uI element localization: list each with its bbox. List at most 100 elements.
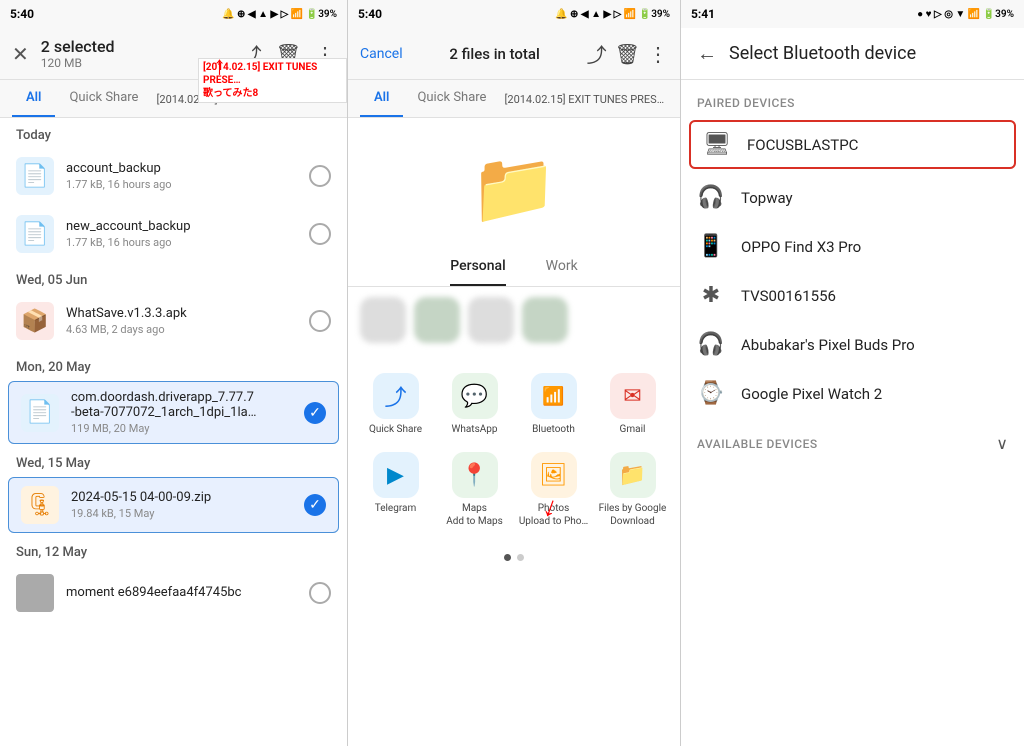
whatsapp-label: WhatsApp bbox=[451, 423, 497, 436]
phone-icon: 📱 bbox=[697, 234, 725, 259]
quickshare-icon: ⤴ bbox=[373, 373, 419, 419]
bt-device-oppo[interactable]: 📱 OPPO Find X3 Pro bbox=[681, 222, 1024, 271]
file-info-3: WhatSave.v1.3.3.apk 4.63 MB, 2 days ago bbox=[66, 306, 297, 336]
device-name-topway: Topway bbox=[741, 189, 793, 207]
select-radio-1[interactable] bbox=[309, 165, 331, 187]
status-bar-1: 5:40 🔔 ⊕ ◀ ▲ ▶ ▷ 📶 🔋39% bbox=[0, 0, 347, 28]
photos-icon: 🖼 bbox=[531, 452, 577, 498]
share-app-quickshare[interactable]: ⤴ Quick Share bbox=[356, 365, 435, 444]
file-icon-doc-2: 📄 bbox=[16, 215, 54, 253]
file-meta-1: 1.77 kB, 16 hours ago bbox=[66, 178, 297, 191]
share-tab-personal[interactable]: Personal bbox=[450, 258, 505, 286]
share-app-gmail[interactable]: ✉ Gmail bbox=[593, 365, 672, 444]
bt-device-pixelwatch[interactable]: ⌚ Google Pixel Watch 2 bbox=[681, 369, 1024, 418]
status-bar-2: 5:40 🔔 ⊕ ◀ ▲ ▶ ▷ 📶 🔋39% bbox=[348, 0, 680, 28]
share-app-bluetooth[interactable]: 📶 Bluetooth bbox=[514, 365, 593, 444]
share-tab-work[interactable]: Work bbox=[546, 258, 578, 286]
file-icon-apk-2: 📄 bbox=[21, 394, 59, 432]
bluetooth-label: Bluetooth bbox=[532, 423, 575, 436]
select-radio-2[interactable] bbox=[309, 223, 331, 245]
file-item-moment[interactable]: moment e6894eefaa4f4745bc bbox=[0, 564, 347, 622]
device-name-tvs: TVS00161556 bbox=[741, 287, 836, 305]
selected-count-1: 2 selected bbox=[41, 37, 234, 56]
file-name-2: new_account_backup bbox=[66, 219, 297, 234]
tab-all-2[interactable]: All bbox=[360, 80, 403, 117]
bt-back-button[interactable]: ← bbox=[697, 41, 717, 66]
select-check-5[interactable]: ✓ bbox=[304, 494, 326, 516]
file-item-doordash[interactable]: 📄 com.doordash.driverapp_7.77.7-beta-707… bbox=[8, 381, 339, 444]
tabs-1: All Quick Share [2014.02.15] EXIT TUNES … bbox=[0, 80, 347, 118]
select-radio-6[interactable] bbox=[309, 582, 331, 604]
status-time-2: 5:40 bbox=[358, 7, 382, 21]
bt-device-pixelbuds[interactable]: 🎧 Abubakar's Pixel Buds Pro bbox=[681, 320, 1024, 369]
share-icon-1[interactable]: ⤴ bbox=[242, 39, 262, 68]
share-tabs: Personal Work bbox=[348, 246, 680, 287]
file-info-4: com.doordash.driverapp_7.77.7-beta-70770… bbox=[71, 390, 292, 435]
bluetooth-icon: 📶 bbox=[531, 373, 577, 419]
toolbar-title-1: 2 selected 120 MB bbox=[41, 37, 234, 70]
bt-header: ← Select Bluetooth device bbox=[681, 28, 1024, 80]
maps-label: MapsAdd to Maps bbox=[446, 502, 503, 528]
select-check-4[interactable]: ✓ bbox=[304, 402, 326, 424]
headphones-icon-1: 🎧 bbox=[697, 185, 725, 210]
section-mon-may: Mon, 20 May bbox=[0, 350, 347, 379]
file-item-account-backup[interactable]: 📄 account_backup 1.77 kB, 16 hours ago bbox=[0, 147, 347, 205]
select-radio-3[interactable] bbox=[309, 310, 331, 332]
tab-quickshare-1[interactable]: Quick Share bbox=[55, 80, 152, 117]
share-apps-grid: ⤴ Quick Share 💬 WhatsApp 📶 Bluetooth ✉ G… bbox=[348, 353, 680, 548]
share-app-files[interactable]: 📁 Files by GoogleDownload bbox=[593, 444, 672, 536]
more-icon-2[interactable]: ⋮ bbox=[648, 42, 668, 66]
share-app-photos[interactable]: 🖼 PhotosUpload to Pho… bbox=[514, 444, 593, 536]
device-name-oppo: OPPO Find X3 Pro bbox=[741, 238, 861, 256]
bt-device-tvs[interactable]: ✱ TVS00161556 bbox=[681, 271, 1024, 320]
file-name-4: com.doordash.driverapp_7.77.7-beta-70770… bbox=[71, 390, 292, 420]
photos-label: PhotosUpload to Pho… bbox=[519, 502, 588, 528]
share-folder-area: 📁 bbox=[348, 118, 680, 246]
file-name-5: 2024-05-15 04-00-09.zip bbox=[71, 490, 292, 505]
bluetooth-icon-small: ✱ bbox=[697, 283, 725, 308]
cancel-button[interactable]: Cancel bbox=[360, 46, 403, 62]
delete-icon-2[interactable]: 🗑 bbox=[615, 42, 640, 66]
bt-device-topway[interactable]: 🎧 Topway bbox=[681, 173, 1024, 222]
device-name-focusblastpc: FOCUSBLASTPC bbox=[747, 136, 858, 154]
more-icon-1[interactable]: ⋮ bbox=[315, 42, 335, 66]
file-info-5: 2024-05-15 04-00-09.zip 19.84 kB, 15 May bbox=[71, 490, 292, 520]
device-name-pixelbuds: Abubakar's Pixel Buds Pro bbox=[741, 336, 915, 354]
share-title: 2 files in total bbox=[411, 45, 579, 63]
toolbar-icons-1: ⤴ 🗑 ⋮ bbox=[242, 39, 335, 68]
section-today: Today bbox=[0, 118, 347, 147]
bt-available-label: Available devices bbox=[697, 437, 818, 451]
file-meta-5: 19.84 kB, 15 May bbox=[71, 507, 292, 520]
tab-all-1[interactable]: All bbox=[12, 80, 55, 117]
file-icon-thumb bbox=[16, 574, 54, 612]
selected-size-1: 120 MB bbox=[41, 56, 234, 70]
file-info-6: moment e6894eefaa4f4745bc bbox=[66, 585, 297, 602]
suggested-app-1 bbox=[360, 297, 406, 343]
file-info-2: new_account_backup 1.77 kB, 16 hours ago bbox=[66, 219, 297, 249]
share-icon-2[interactable]: ⤴ bbox=[587, 39, 607, 68]
folder-icon-big: 📁 bbox=[470, 148, 557, 230]
share-app-telegram[interactable]: ▶ Telegram bbox=[356, 444, 435, 536]
tab-quickshare-2[interactable]: Quick Share bbox=[403, 80, 500, 117]
watch-icon: ⌚ bbox=[697, 381, 725, 406]
share-app-whatsapp[interactable]: 💬 WhatsApp bbox=[435, 365, 514, 444]
file-item-zip[interactable]: 🗜 2024-05-15 04-00-09.zip 19.84 kB, 15 M… bbox=[8, 477, 339, 533]
tabs-2: All Quick Share [2014.02.15] EXIT TUNES … bbox=[348, 80, 680, 118]
file-item-whatsave[interactable]: 📦 WhatSave.v1.3.3.apk 4.63 MB, 2 days ag… bbox=[0, 292, 347, 350]
bt-paired-header: Paired devices bbox=[681, 80, 1024, 116]
close-button-1[interactable]: ✕ bbox=[12, 42, 29, 66]
file-item-new-account-backup[interactable]: 📄 new_account_backup 1.77 kB, 16 hours a… bbox=[0, 205, 347, 263]
share-app-maps[interactable]: 📍 MapsAdd to Maps bbox=[435, 444, 514, 536]
bt-available-chevron[interactable]: ∨ bbox=[996, 434, 1008, 453]
quickshare-label: Quick Share bbox=[369, 423, 422, 436]
delete-icon-1[interactable]: 🗑 bbox=[276, 42, 301, 66]
gmail-icon: ✉ bbox=[610, 373, 656, 419]
telegram-icon: ▶ bbox=[373, 452, 419, 498]
dot-1 bbox=[504, 554, 511, 561]
file-name-3: WhatSave.v1.3.3.apk bbox=[66, 306, 297, 321]
section-wed-jun: Wed, 05 Jun bbox=[0, 263, 347, 292]
file-meta-4: 119 MB, 20 May bbox=[71, 422, 292, 435]
bt-device-focusblastpc[interactable]: 🖥 FOCUSBLASTPC bbox=[689, 120, 1016, 169]
panel-3-bluetooth: 5:41 ● ♥ ▷ ◎ ▼ 📶 🔋39% ← Select Bluetooth… bbox=[681, 0, 1024, 746]
file-name-1: account_backup bbox=[66, 161, 297, 176]
